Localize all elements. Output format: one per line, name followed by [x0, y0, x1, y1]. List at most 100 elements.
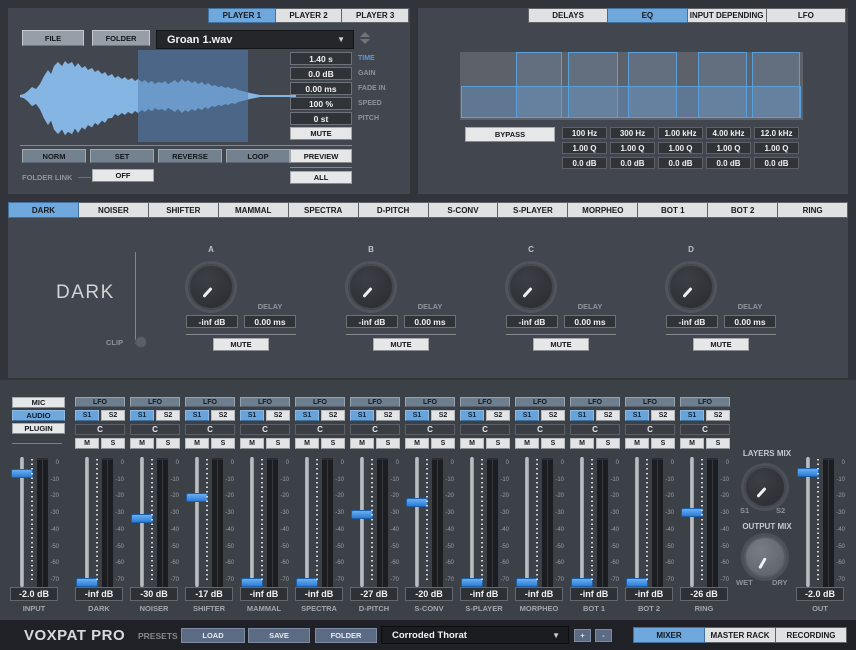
sample-file-dropdown[interactable]: Groan 1.wav ▼: [156, 30, 354, 49]
effect-tab-spectra[interactable]: SPECTRA: [289, 202, 359, 218]
channel-level-value[interactable]: -27 dB: [350, 587, 398, 601]
effect-tab-ring[interactable]: RING: [778, 202, 848, 218]
voice-mute-button[interactable]: MUTE: [213, 338, 269, 351]
loop-button[interactable]: LOOP: [226, 149, 290, 163]
player-mute-button[interactable]: MUTE: [290, 127, 352, 140]
spinner-down-icon[interactable]: [360, 39, 370, 44]
view-tab-recording[interactable]: RECORDING: [776, 627, 847, 643]
eq-band-5[interactable]: [752, 52, 800, 118]
preset-folder-button[interactable]: FOLDER: [315, 628, 377, 643]
eq-band-5-q[interactable]: 1.00 Q: [754, 142, 799, 154]
voice-delay-value[interactable]: 0.00 ms: [404, 315, 456, 328]
preset-load-button[interactable]: LOAD: [181, 628, 245, 643]
voice-delay-value[interactable]: 0.00 ms: [724, 315, 776, 328]
eq-band-5-gain[interactable]: 0.0 dB: [754, 157, 799, 169]
eq-display[interactable]: [460, 52, 803, 120]
param-value-fade-in[interactable]: 0.00 ms: [290, 82, 352, 95]
eq-band-1[interactable]: [516, 52, 562, 118]
file-button[interactable]: FILE: [22, 30, 84, 46]
voice-level-value[interactable]: -inf dB: [506, 315, 558, 328]
eq-bypass-button[interactable]: BYPASS: [465, 127, 555, 142]
eq-band-3-gain[interactable]: 0.0 dB: [658, 157, 703, 169]
reverse-button[interactable]: REVERSE: [158, 149, 222, 163]
eq-band-4-gain[interactable]: 0.0 dB: [706, 157, 751, 169]
view-tab-mixer[interactable]: MIXER: [633, 627, 705, 643]
voice-delay-value[interactable]: 0.00 ms: [244, 315, 296, 328]
voice-level-value[interactable]: -inf dB: [666, 315, 718, 328]
voice-mute-button[interactable]: MUTE: [373, 338, 429, 351]
preset-dropdown[interactable]: Corroded Thorat ▼: [381, 626, 569, 644]
preset-next-button[interactable]: +: [574, 629, 591, 642]
channel-level-value[interactable]: -2.0 dB: [796, 587, 844, 601]
folder-button[interactable]: FOLDER: [92, 30, 150, 46]
voice-delay-value[interactable]: 0.00 ms: [564, 315, 616, 328]
eq-band-1-freq[interactable]: 100 Hz: [562, 127, 607, 139]
voice-mute-button[interactable]: MUTE: [693, 338, 749, 351]
effect-tab-bot-2[interactable]: BOT 2: [708, 202, 778, 218]
eq-band-3-freq[interactable]: 1.00 kHz: [658, 127, 703, 139]
channel-level-value[interactable]: -17 dB: [185, 587, 233, 601]
channel-level-value[interactable]: -26 dB: [680, 587, 728, 601]
tab-input-depending[interactable]: INPUT DEPENDING: [688, 8, 767, 23]
tab-player-1[interactable]: PLAYER 1: [208, 8, 276, 23]
folder-link-toggle[interactable]: OFF: [92, 169, 154, 182]
voice-level-value[interactable]: -inf dB: [346, 315, 398, 328]
preset-prev-button[interactable]: -: [595, 629, 612, 642]
voice-d-level-knob[interactable]: [668, 264, 714, 310]
effect-tab-dark[interactable]: DARK: [8, 202, 79, 218]
channel-level-value[interactable]: -inf dB: [625, 587, 673, 601]
effect-tab-mammal[interactable]: MAMMAL: [219, 202, 289, 218]
eq-band-3[interactable]: [628, 52, 677, 118]
channel-level-value[interactable]: -inf dB: [515, 587, 563, 601]
effect-tab-morpheo[interactable]: MORPHEO: [568, 202, 638, 218]
effect-tab-bot-1[interactable]: BOT 1: [638, 202, 708, 218]
eq-band-3-q[interactable]: 1.00 Q: [658, 142, 703, 154]
norm-button[interactable]: NORM: [22, 149, 86, 163]
channel-level-value[interactable]: -30 dB: [130, 587, 178, 601]
voice-a-level-knob[interactable]: [188, 264, 234, 310]
tab-player-3[interactable]: PLAYER 3: [342, 8, 409, 23]
eq-band-2-freq[interactable]: 300 Hz: [610, 127, 655, 139]
set-button[interactable]: SET: [90, 149, 154, 163]
eq-band-5-freq[interactable]: 12.0 kHz: [754, 127, 799, 139]
eq-band-2-q[interactable]: 1.00 Q: [610, 142, 655, 154]
param-value-pitch[interactable]: 0 st: [290, 112, 352, 125]
output-mix-knob[interactable]: [744, 536, 786, 578]
voice-mute-button[interactable]: MUTE: [533, 338, 589, 351]
tab-delays[interactable]: DELAYS: [528, 8, 608, 23]
waveform-display[interactable]: [20, 50, 296, 142]
eq-band-2-gain[interactable]: 0.0 dB: [610, 157, 655, 169]
eq-band-4-freq[interactable]: 4.00 kHz: [706, 127, 751, 139]
view-tab-master-rack[interactable]: MASTER RACK: [705, 627, 776, 643]
voice-c-level-knob[interactable]: [508, 264, 554, 310]
effect-tab-s-conv[interactable]: S-CONV: [429, 202, 499, 218]
channel-level-value[interactable]: -inf dB: [75, 587, 123, 601]
channel-level-value[interactable]: -2.0 dB: [10, 587, 58, 601]
sample-spinner[interactable]: [360, 32, 370, 44]
tab-lfo[interactable]: LFO: [767, 8, 846, 23]
tab-player-2[interactable]: PLAYER 2: [276, 8, 343, 23]
param-value-speed[interactable]: 100 %: [290, 97, 352, 110]
voice-b-level-knob[interactable]: [348, 264, 394, 310]
tab-eq[interactable]: EQ: [608, 8, 687, 23]
layers-mix-knob[interactable]: [744, 466, 786, 508]
all-button[interactable]: ALL: [290, 171, 352, 184]
effect-tab-noiser[interactable]: NOISER: [79, 202, 149, 218]
eq-band-4-q[interactable]: 1.00 Q: [706, 142, 751, 154]
eq-band-1-gain[interactable]: 0.0 dB: [562, 157, 607, 169]
preview-button[interactable]: PREVIEW: [290, 149, 352, 163]
channel-level-value[interactable]: -inf dB: [460, 587, 508, 601]
preset-save-button[interactable]: SAVE: [248, 628, 310, 643]
effect-tab-s-player[interactable]: S-PLAYER: [498, 202, 568, 218]
param-value-time[interactable]: 1.40 s: [290, 52, 352, 65]
effect-tab-d-pitch[interactable]: D-PITCH: [359, 202, 429, 218]
eq-band-1-q[interactable]: 1.00 Q: [562, 142, 607, 154]
voice-level-value[interactable]: -inf dB: [186, 315, 238, 328]
channel-level-value[interactable]: -inf dB: [570, 587, 618, 601]
effect-tab-shifter[interactable]: SHIFTER: [149, 202, 219, 218]
channel-level-value[interactable]: -inf dB: [295, 587, 343, 601]
eq-band-4[interactable]: [698, 52, 747, 118]
waveform-selection[interactable]: [138, 50, 248, 142]
channel-level-value[interactable]: -20 dB: [405, 587, 453, 601]
eq-band-2[interactable]: [568, 52, 618, 118]
